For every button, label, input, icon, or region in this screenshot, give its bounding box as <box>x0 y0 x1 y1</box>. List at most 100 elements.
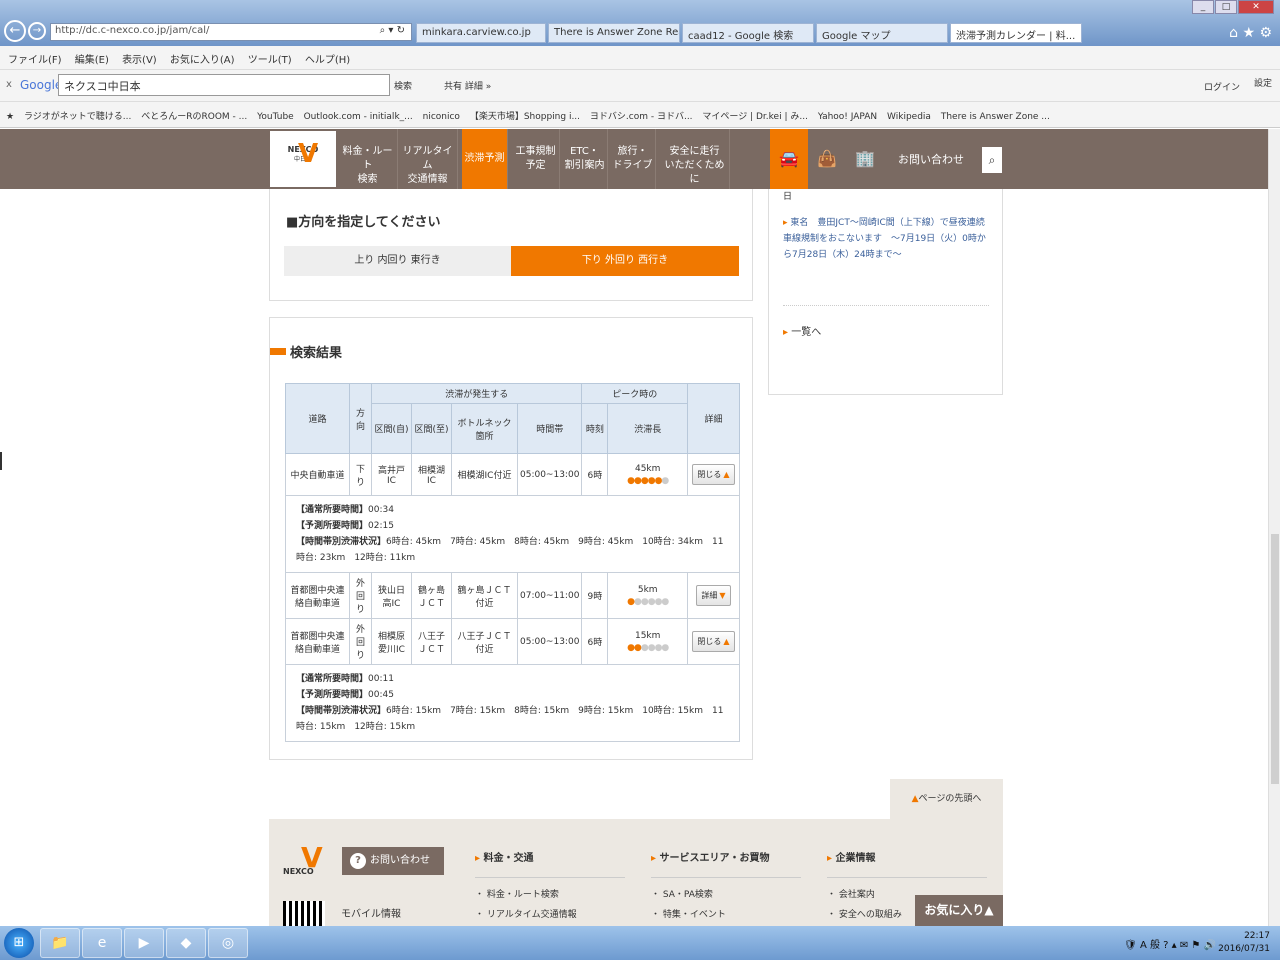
close-detail-button[interactable]: 閉じる ▲ <box>692 631 735 652</box>
nexco-logo[interactable]: V NEXCO 中日本 <box>270 131 336 187</box>
footer-col-title[interactable]: 企業情報 <box>836 853 876 864</box>
clock[interactable]: 22:17 2016/07/31 <box>1218 930 1270 956</box>
shopping-bag-icon[interactable]: 👜 <box>808 129 846 189</box>
menu-help[interactable]: ヘルプ(H) <box>305 55 350 66</box>
close-button[interactable]: ✕ <box>1238 0 1274 14</box>
fav-item[interactable]: Yahoo! JAPAN <box>818 112 877 122</box>
system-tray-icons[interactable]: 🛡 A 般 ? ▴ ✉ ⚑ 🔊 <box>1124 936 1216 951</box>
news-list-link[interactable]: ▸ 一覧へ <box>783 323 821 338</box>
contact-link[interactable]: お問い合わせ <box>898 151 964 167</box>
direction-down-button[interactable]: 下り 外回り 西行き <box>511 246 739 276</box>
nav-travel[interactable]: 旅行・ ドライブ <box>610 129 656 189</box>
nav-etc[interactable]: ETC・ 割引案内 <box>562 129 608 189</box>
cell-road: 中央自動車道 <box>285 453 350 496</box>
footer-contact-button[interactable]: ? お問い合わせ <box>342 847 444 875</box>
maximize-button[interactable]: □ <box>1215 0 1237 14</box>
nav-construction[interactable]: 工事規制 予定 <box>512 129 560 189</box>
mobile-info-link[interactable]: モバイル情報 <box>341 905 401 920</box>
fav-item[interactable]: マイページ | Dr.kei | み... <box>702 112 808 122</box>
detail-cell: 【通常所要時間】00:11 【予測所要時間】00:45 【時間帯別渋滞状況】6時… <box>285 664 740 742</box>
car-icon: ● <box>661 475 669 486</box>
direction-up-button[interactable]: 上り 内回り 東行き <box>284 246 511 276</box>
tab-5-active[interactable]: 渋滞予測カレンダー | 料... <box>950 23 1082 43</box>
footer-link[interactable]: ・ 会社案内 <box>827 887 875 900</box>
car-icon[interactable]: 🚘 <box>770 129 808 189</box>
nav-realtime[interactable]: リアルタイム 交通情報 <box>398 129 458 189</box>
cell-time-range: 05:00~13:00 <box>516 453 583 496</box>
fav-item[interactable]: Outlook.com - initialk_... <box>304 112 413 122</box>
forward-icon[interactable]: → <box>28 22 46 40</box>
divider <box>827 877 987 878</box>
footer-link[interactable]: ・ 安全への取組み <box>827 907 902 920</box>
direction-heading: ■方向を指定してください <box>286 215 441 230</box>
nav-fare-route[interactable]: 料金・ルート 検索 <box>338 129 398 189</box>
app-icon[interactable]: ◆ <box>166 928 206 958</box>
th-length: 渋滞長 <box>607 403 688 454</box>
settings-link[interactable]: 設定 <box>1254 76 1272 89</box>
tab-3[interactable]: caad12 - Google 検索 <box>682 23 814 43</box>
car-icon: ● <box>633 475 642 486</box>
footer-link[interactable]: ・ SA・PA検索 <box>651 887 713 900</box>
open-detail-button[interactable]: 詳細 ▼ <box>696 585 731 606</box>
tab-2[interactable]: There is Answer Zone Real... <box>548 23 680 43</box>
cell-from: 相模原愛川IC <box>371 618 412 665</box>
page-top-link[interactable]: ▲ページの先頭へ <box>890 779 1003 819</box>
fav-item[interactable]: niconico <box>423 112 460 122</box>
menu-edit[interactable]: 編集(E) <box>75 55 109 66</box>
fav-item[interactable]: 【楽天市場】Shopping i... <box>470 112 580 122</box>
google-search-button[interactable]: 検索 <box>394 79 412 92</box>
cell-length: 15km ●●●●●● <box>607 618 688 665</box>
page-scrollbar[interactable] <box>1268 129 1280 926</box>
footer-col-title[interactable]: サービスエリア・お買物 <box>660 853 770 864</box>
media-player-icon[interactable]: ▶ <box>124 928 164 958</box>
fav-item[interactable]: Wikipedia <box>887 112 931 122</box>
menu-view[interactable]: 表示(V) <box>122 55 157 66</box>
close-icon[interactable]: x <box>6 79 12 90</box>
cell-bottleneck: 八王子ＪＣＴ付近 <box>451 618 518 665</box>
footer-logo[interactable]: V NEXCO <box>283 841 333 885</box>
footer-link[interactable]: ・ 料金・ルート検索 <box>475 887 559 900</box>
start-button[interactable]: ⊞ <box>4 928 34 958</box>
close-detail-button[interactable]: 閉じる ▲ <box>692 464 735 485</box>
fav-item[interactable]: ヨドバシ.com - ヨドバ... <box>590 112 693 122</box>
text-cursor <box>0 452 2 470</box>
footer-link[interactable]: ・ リアルタイム交通情報 <box>475 907 577 920</box>
login-link[interactable]: ログイン <box>1204 80 1240 93</box>
minimize-button[interactable]: _ <box>1192 0 1214 14</box>
menu-file[interactable]: ファイル(F) <box>8 55 62 66</box>
search-icon[interactable]: ⌕ <box>982 147 1002 173</box>
google-share-button[interactable]: 共有 詳細 » <box>444 79 491 92</box>
fav-item[interactable]: ラジオがネットで聴ける... <box>24 112 131 122</box>
google-search-input[interactable]: ネクスコ中日本 <box>58 74 390 96</box>
scrollbar-thumb[interactable] <box>1271 534 1279 784</box>
address-bar[interactable]: http://dc.c-nexco.co.jp/jam/cal/⌕ ▾ ↻ <box>50 23 412 41</box>
home-star-gear-icons[interactable]: ⌂ ★ ⚙ <box>1229 25 1272 41</box>
detail-row: 【通常所要時間】00:34 【予測所要時間】02:15 【時間帯別渋滞状況】6時… <box>285 495 740 573</box>
explorer-icon[interactable]: 📁 <box>40 928 80 958</box>
tab-4[interactable]: Google マップ <box>816 23 948 43</box>
back-icon[interactable]: ← <box>4 20 26 42</box>
nav-safety[interactable]: 安全に走行 いただくために <box>660 129 730 189</box>
favorites-float-button[interactable]: お気に入り▲ <box>915 895 1003 926</box>
cell-length: 45km ●●●●●● <box>607 453 688 496</box>
news-item[interactable]: ▸ 東名 豊田JCT～岡崎IC間（上下線）で昼夜連続車線規制をおこないます ～7… <box>783 215 989 263</box>
fav-item[interactable]: べとろんーRのROOM - ... <box>141 112 247 122</box>
building-icon[interactable]: 🏢 <box>846 129 884 189</box>
cell-from: 高井戸IC <box>371 453 412 496</box>
app-icon[interactable]: ◎ <box>208 928 248 958</box>
footer-col-title[interactable]: 料金・交通 <box>484 853 534 864</box>
menu-favorites[interactable]: お気に入り(A) <box>170 55 235 66</box>
footer-link[interactable]: ・ 特集・イベント <box>651 907 726 920</box>
fav-item[interactable]: YouTube <box>257 112 294 122</box>
fav-item[interactable]: There is Answer Zone ... <box>941 112 1050 122</box>
menu-tools[interactable]: ツール(T) <box>248 55 292 66</box>
car-icon: ● <box>647 596 656 607</box>
th-peak: ピーク時の <box>581 383 688 404</box>
cell-time-range: 07:00~11:00 <box>516 572 583 619</box>
search-icon[interactable]: ⌕ ▾ ↻ <box>380 25 405 36</box>
divider <box>783 305 989 306</box>
tab-1[interactable]: minkara.carview.co.jp <box>416 23 546 43</box>
ie-icon[interactable]: e <box>82 928 122 958</box>
th-time-range: 時間帯 <box>516 403 583 454</box>
nav-congestion-forecast[interactable]: 渋滞予測 <box>462 129 508 189</box>
